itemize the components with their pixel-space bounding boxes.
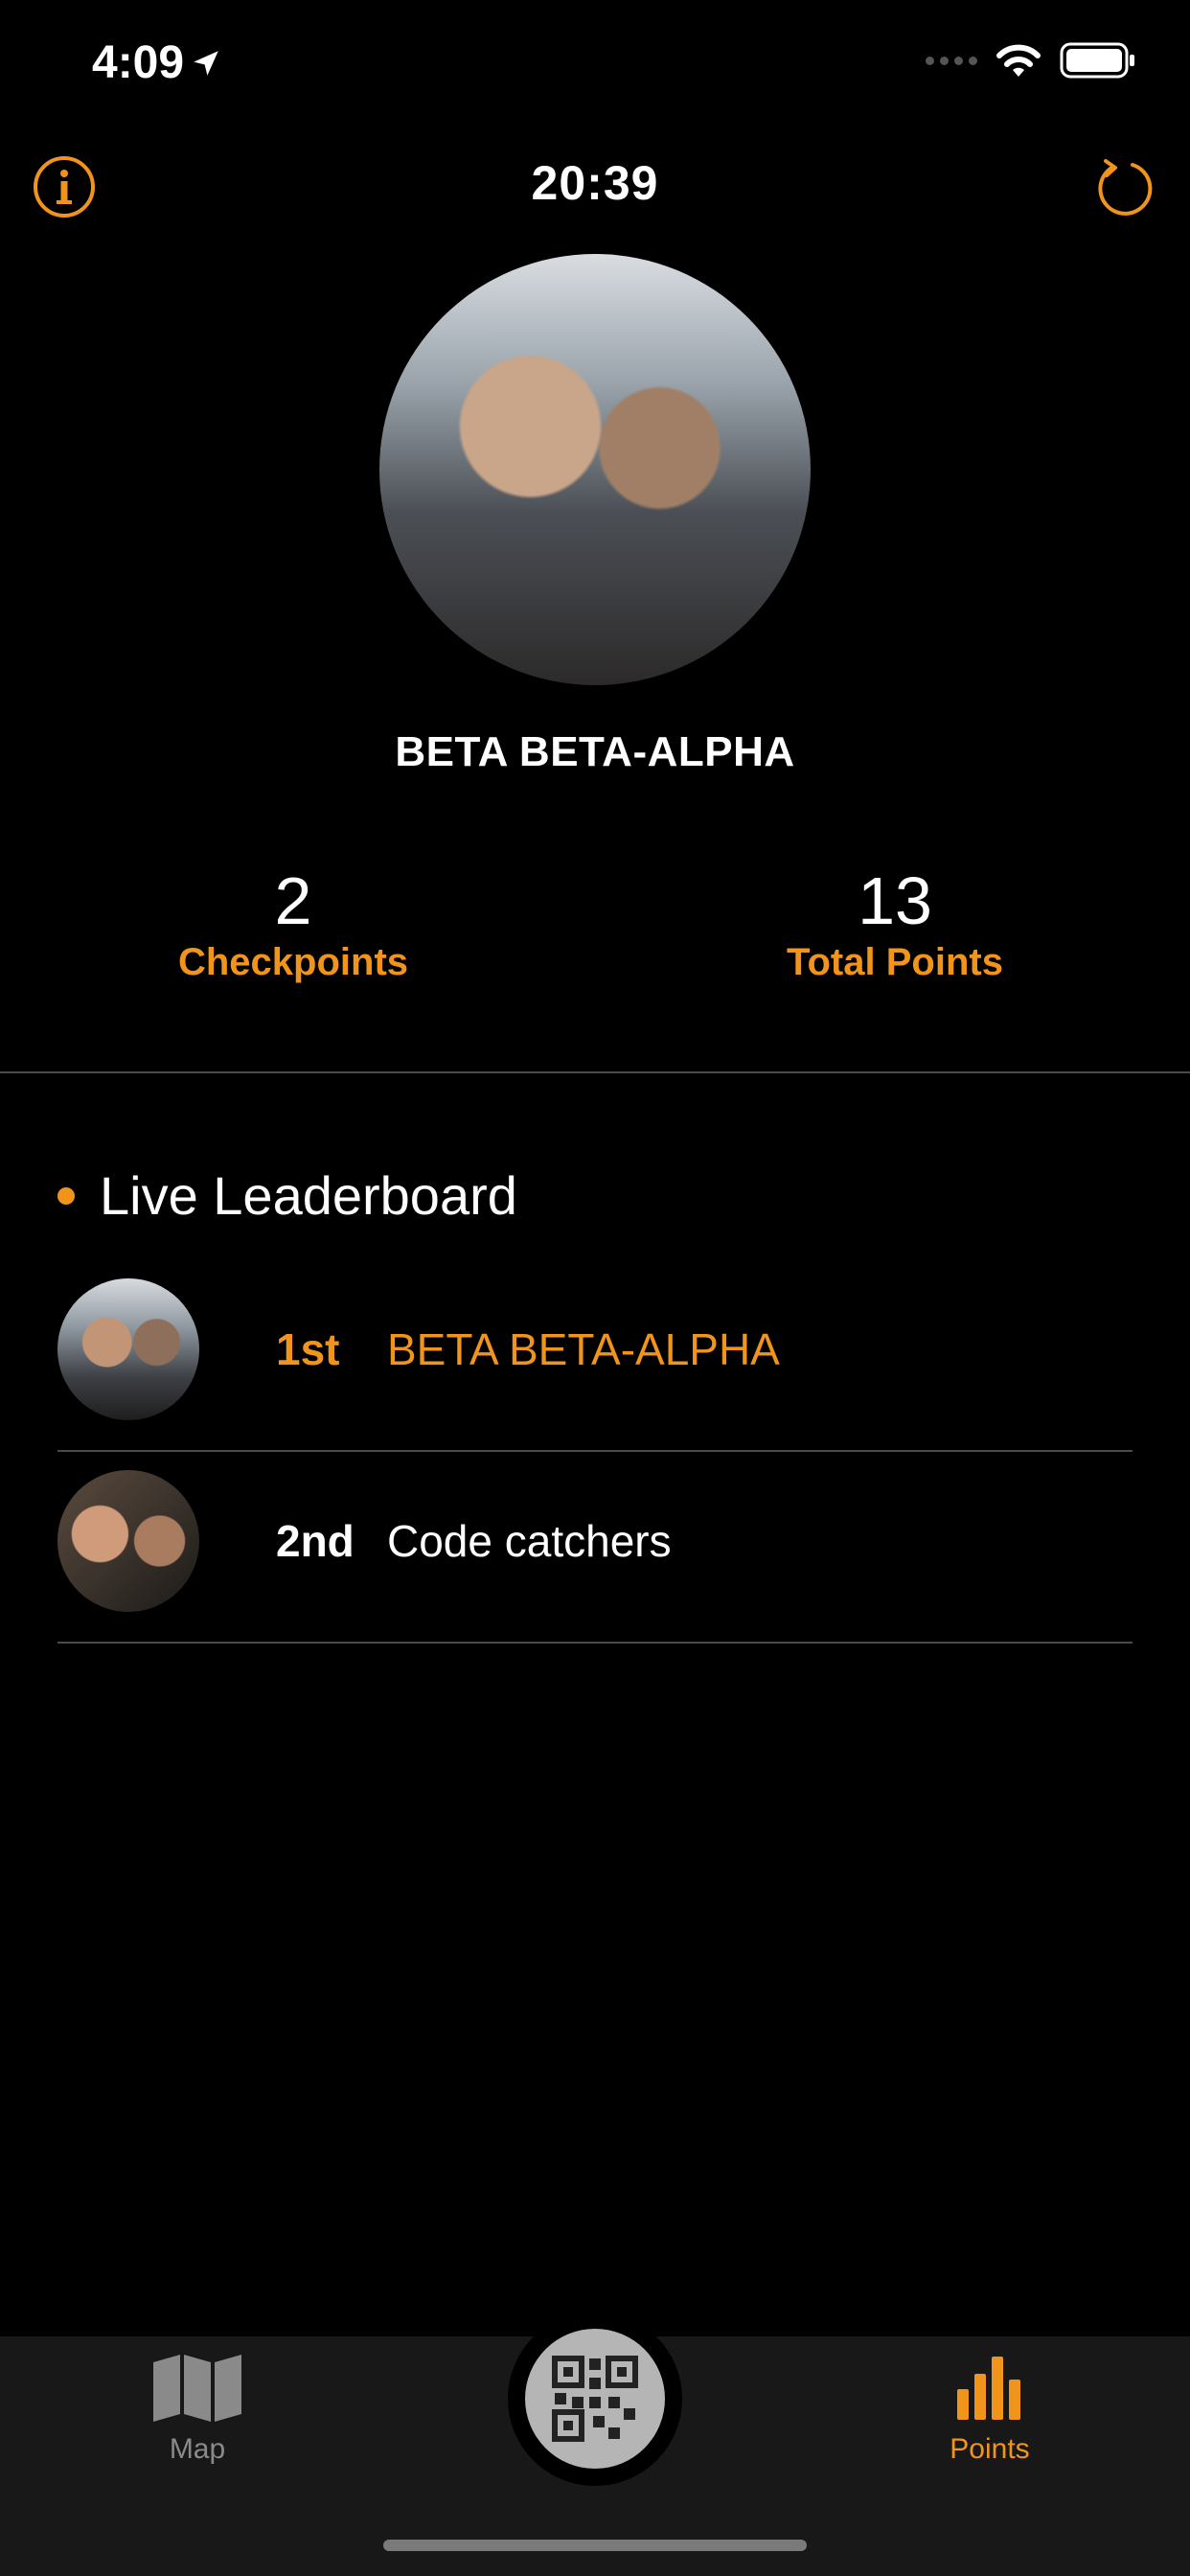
leaderboard-rank: 1st — [276, 1324, 340, 1374]
total-points-label: Total Points — [787, 941, 1003, 983]
team-avatar-thumbnail — [57, 1278, 199, 1420]
leaderboard-team-name: Code catchers — [387, 1516, 672, 1566]
checkpoints-stat: 2 Checkpoints — [54, 862, 533, 984]
map-icon — [153, 2355, 241, 2422]
total-points-value: 13 — [858, 863, 932, 938]
battery-icon — [1060, 42, 1134, 79]
total-points-stat: 13 Total Points — [655, 862, 1134, 984]
leaderboard-row-second[interactable]: 2nd Code catchers — [57, 1445, 1133, 1637]
refresh-button[interactable] — [1094, 155, 1157, 223]
status-bar-indicators — [926, 42, 1136, 79]
section-divider — [0, 1071, 1190, 1073]
status-bar-time: 4:09 — [92, 34, 222, 92]
scan-qr-button[interactable] — [525, 2329, 665, 2469]
status-time-text: 4:09 — [92, 37, 185, 88]
cellular-signal-icon — [926, 56, 977, 65]
team-avatar — [379, 254, 811, 685]
refresh-icon — [1098, 159, 1153, 216]
wifi-icon — [996, 44, 1041, 77]
leaderboard-header: Live Leaderboard — [57, 1164, 517, 1227]
tab-map[interactable]: Map — [102, 2353, 293, 2466]
home-indicator[interactable] — [383, 2540, 807, 2551]
leaderboard-team-name: BETA BETA-ALPHA — [387, 1324, 780, 1374]
countdown-timer: 20:39 — [531, 156, 659, 210]
leaderboard-title: Live Leaderboard — [100, 1165, 517, 1226]
leaderboard-rank: 2nd — [276, 1516, 355, 1566]
location-arrow-icon — [194, 51, 218, 76]
tab-points-label: Points — [950, 2433, 1030, 2465]
qr-code-icon — [552, 2356, 638, 2442]
leaderboard-row-first[interactable]: 1st BETA BETA-ALPHA — [57, 1254, 1133, 1445]
live-indicator-dot — [57, 1186, 75, 1205]
team-avatar-thumbnail — [57, 1470, 199, 1612]
checkpoints-label: Checkpoints — [177, 941, 409, 983]
tab-map-label: Map — [169, 2433, 226, 2465]
team-name: BETA BETA-ALPHA — [395, 728, 795, 775]
checkpoints-value: 2 — [274, 863, 312, 938]
bar-chart-icon — [957, 2357, 1020, 2420]
row-divider — [57, 1642, 1133, 1644]
tab-points[interactable]: Points — [894, 2353, 1086, 2466]
